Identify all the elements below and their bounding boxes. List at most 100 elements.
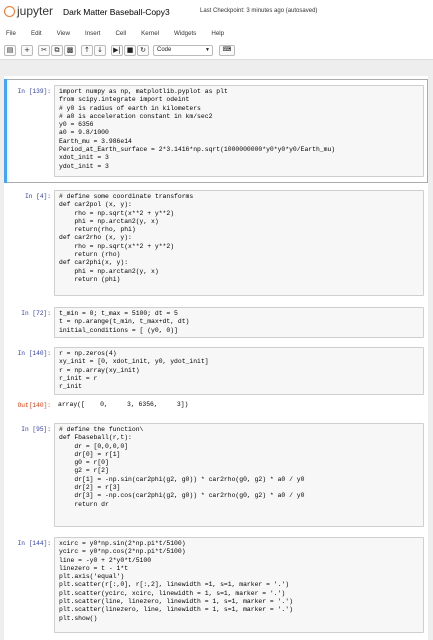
restart-icon[interactable]: ↻ [137, 45, 149, 56]
code-editor[interactable]: t_min = 0; t_max = 5100; dt = 5 t = np.a… [54, 307, 424, 338]
code-line: Period_at_Earth_surface = 2*3.1416*np.sq… [59, 146, 336, 154]
code-line: ydot_init = 3 [59, 162, 109, 170]
code-line: rho = np.sqrt(x**2 + y**2) [59, 242, 175, 250]
code-line: a0 = 9.8/1000 [59, 129, 109, 137]
code-line: def Fbaseball(r,t): [59, 434, 132, 442]
notebook-title[interactable]: Dark Matter Baseball-Copy3 [63, 7, 170, 17]
code-cell-72[interactable]: In [72]: t_min = 0; t_max = 5100; dt = 5… [4, 306, 428, 340]
code-line: linezero = t - 1*t [59, 564, 129, 572]
arrow-down-icon[interactable]: ↓ [94, 45, 106, 56]
code-line: xdot_init = 3 [59, 154, 109, 162]
menu-widgets[interactable]: Widgets [174, 30, 196, 37]
code-cell-140[interactable]: In [140]: r = np.zeros(4) xy_init = [0, … [4, 346, 428, 416]
code-line: plt.scatter(r[:,0], r[:,2], linewidth =1… [59, 581, 290, 589]
notebook-container: In [139]: import numpy as np, matplotlib… [4, 76, 428, 640]
code-editor[interactable]: # define some coordinate transforms def … [54, 190, 424, 296]
code-line: Earth_mu = 3.986e14 [59, 137, 132, 145]
jupyter-logo-icon [4, 5, 15, 17]
jupyter-logo[interactable]: jupyter [4, 4, 53, 18]
code-line: def car2rho (x, y): [59, 234, 132, 242]
input-prompt: In [144]: [17, 540, 51, 547]
code-line: plt.scatter(line, linezero, linewidth = … [59, 598, 293, 606]
code-line: plt.show() [59, 614, 98, 622]
code-cell-95[interactable]: In [95]: # define the function\ def Fbas… [4, 422, 428, 530]
cell-output: array([ 0, 3, 6356, 3]) [54, 399, 424, 411]
code-editor[interactable]: # define the function\ def Fbaseball(r,t… [54, 423, 424, 527]
code-line: # define some coordinate transforms [59, 193, 194, 200]
input-prompt: In [139]: [17, 88, 51, 95]
code-editor[interactable]: r = np.zeros(4) xy_init = [0, xdot_init,… [54, 347, 424, 395]
code-line: ycirc = y0*np.cos(2*np.pi*t/5100) [59, 548, 186, 556]
plus-icon[interactable]: + [21, 45, 33, 56]
cell-type-value: Code [157, 47, 172, 53]
code-line: g0 = r[0] [59, 459, 109, 467]
code-line: dr[0] = r[1] [59, 450, 121, 458]
code-cell-144[interactable]: In [144]: xcirc = y0*np.sin(2*np.pi*t/51… [4, 536, 428, 636]
code-line: phi = np.arctan2(y, x) [59, 217, 159, 225]
input-prompt: In [72]: [21, 310, 51, 317]
paste-icon[interactable]: ▩ [64, 45, 76, 56]
code-line: xy_init = [0, xdot_init, y0, ydot_init] [59, 358, 209, 366]
code-line: phi = np.arctan2(y, x) [59, 267, 159, 275]
input-prompt: In [140]: [17, 350, 51, 357]
code-line: def car2pol (x, y): [59, 201, 132, 209]
code-line: r = np.array(xy_init) [59, 366, 140, 374]
code-line: # define the function\ [59, 426, 144, 433]
code-line: r = np.zeros(4) [59, 350, 117, 357]
copy-icon[interactable]: ⧉ [51, 45, 63, 56]
input-prompt: In [4]: [25, 193, 51, 200]
code-line: plt.scatter(ycirc, xcirc, linewidth = 1,… [59, 589, 286, 597]
code-line: dr = [0,0,0,0] [59, 442, 129, 450]
output-text: array([ 0, 3, 6356, 3]) [58, 401, 189, 408]
menu-file[interactable]: File [6, 30, 16, 37]
code-line: import numpy as np, matplotlib.pyplot as… [59, 88, 228, 95]
input-prompt: In [95]: [21, 426, 51, 433]
output-prompt: Out[140]: [17, 402, 51, 409]
code-line: xcirc = y0*np.sin(2*np.pi*t/5100) [59, 540, 186, 547]
code-line: dr[2] = r[3] [59, 484, 121, 492]
code-line: return (phi) [59, 275, 121, 283]
logo-text: jupyter [17, 4, 54, 18]
code-line: # y0 is radius of earth in kilometers [59, 104, 201, 112]
code-line: r_init = r [59, 374, 98, 382]
checkpoint-status: Last Checkpoint: 3 minutes ago (autosave… [200, 8, 318, 14]
code-editor[interactable]: import numpy as np, matplotlib.pyplot as… [54, 85, 424, 177]
menu-cell[interactable]: Cell [115, 30, 126, 37]
code-line: g2 = r[2] [59, 467, 109, 475]
menu-view[interactable]: View [57, 30, 70, 37]
menubar: File Edit View Insert Cell Kernel Widget… [0, 24, 433, 42]
code-line: # a0 is acceleration constant in km/sec2 [59, 112, 213, 120]
header: jupyter Dark Matter Baseball-Copy3 Last … [0, 0, 433, 24]
code-line: from scipy.integrate import odeint [59, 96, 190, 104]
code-line: line = -y0 + 2*y0*t/5100 [59, 556, 152, 564]
code-line: initial_conditions = [ (y0, 0)] [59, 326, 178, 334]
cell-type-select[interactable]: Code ▼ [153, 45, 213, 56]
code-line: dr[1] = -np.sin(car2phi(g2, g0)) * car2r… [59, 475, 305, 483]
menu-kernel[interactable]: Kernel [141, 30, 159, 37]
menu-edit[interactable]: Edit [31, 30, 42, 37]
code-line: plt.scatter(linezero, line, linewidth = … [59, 606, 293, 614]
code-cell-4[interactable]: In [4]: # define some coordinate transfo… [4, 189, 428, 299]
menu-help[interactable]: Help [211, 30, 224, 37]
code-line: r_init [59, 383, 83, 391]
toolbar: ▤ + ✂ ⧉ ▩ ↑ ↓ ▶| ■ ↻ Code ▼ ⌨ [0, 42, 433, 60]
code-line: def car2phi(x, y): [59, 259, 129, 267]
scissors-icon[interactable]: ✂ [38, 45, 50, 56]
code-line: y0 = 6356 [59, 121, 94, 129]
code-cell-139[interactable]: In [139]: import numpy as np, matplotlib… [4, 79, 428, 183]
code-line: dr[3] = -np.cos(car2phi(g2, g0)) * car2r… [59, 492, 305, 500]
save-icon[interactable]: ▤ [4, 45, 16, 56]
code-editor[interactable]: xcirc = y0*np.sin(2*np.pi*t/5100) ycirc … [54, 537, 424, 633]
stop-icon[interactable]: ■ [124, 45, 136, 56]
code-line: t_min = 0; t_max = 5100; dt = 5 [59, 310, 178, 317]
arrow-up-icon[interactable]: ↑ [81, 45, 93, 56]
step-forward-icon[interactable]: ▶| [111, 45, 123, 56]
keyboard-icon[interactable]: ⌨ [219, 45, 235, 56]
menu-insert[interactable]: Insert [85, 30, 100, 37]
code-line: return (rho) [59, 251, 121, 259]
code-line: plt.axis('equal') [59, 573, 125, 581]
code-line: return dr [59, 500, 109, 508]
code-line: t = np.arange(t_min, t_max+dt, dt) [59, 318, 190, 326]
chevron-down-icon: ▼ [205, 47, 210, 53]
code-line: return(rho, phi) [59, 226, 136, 234]
